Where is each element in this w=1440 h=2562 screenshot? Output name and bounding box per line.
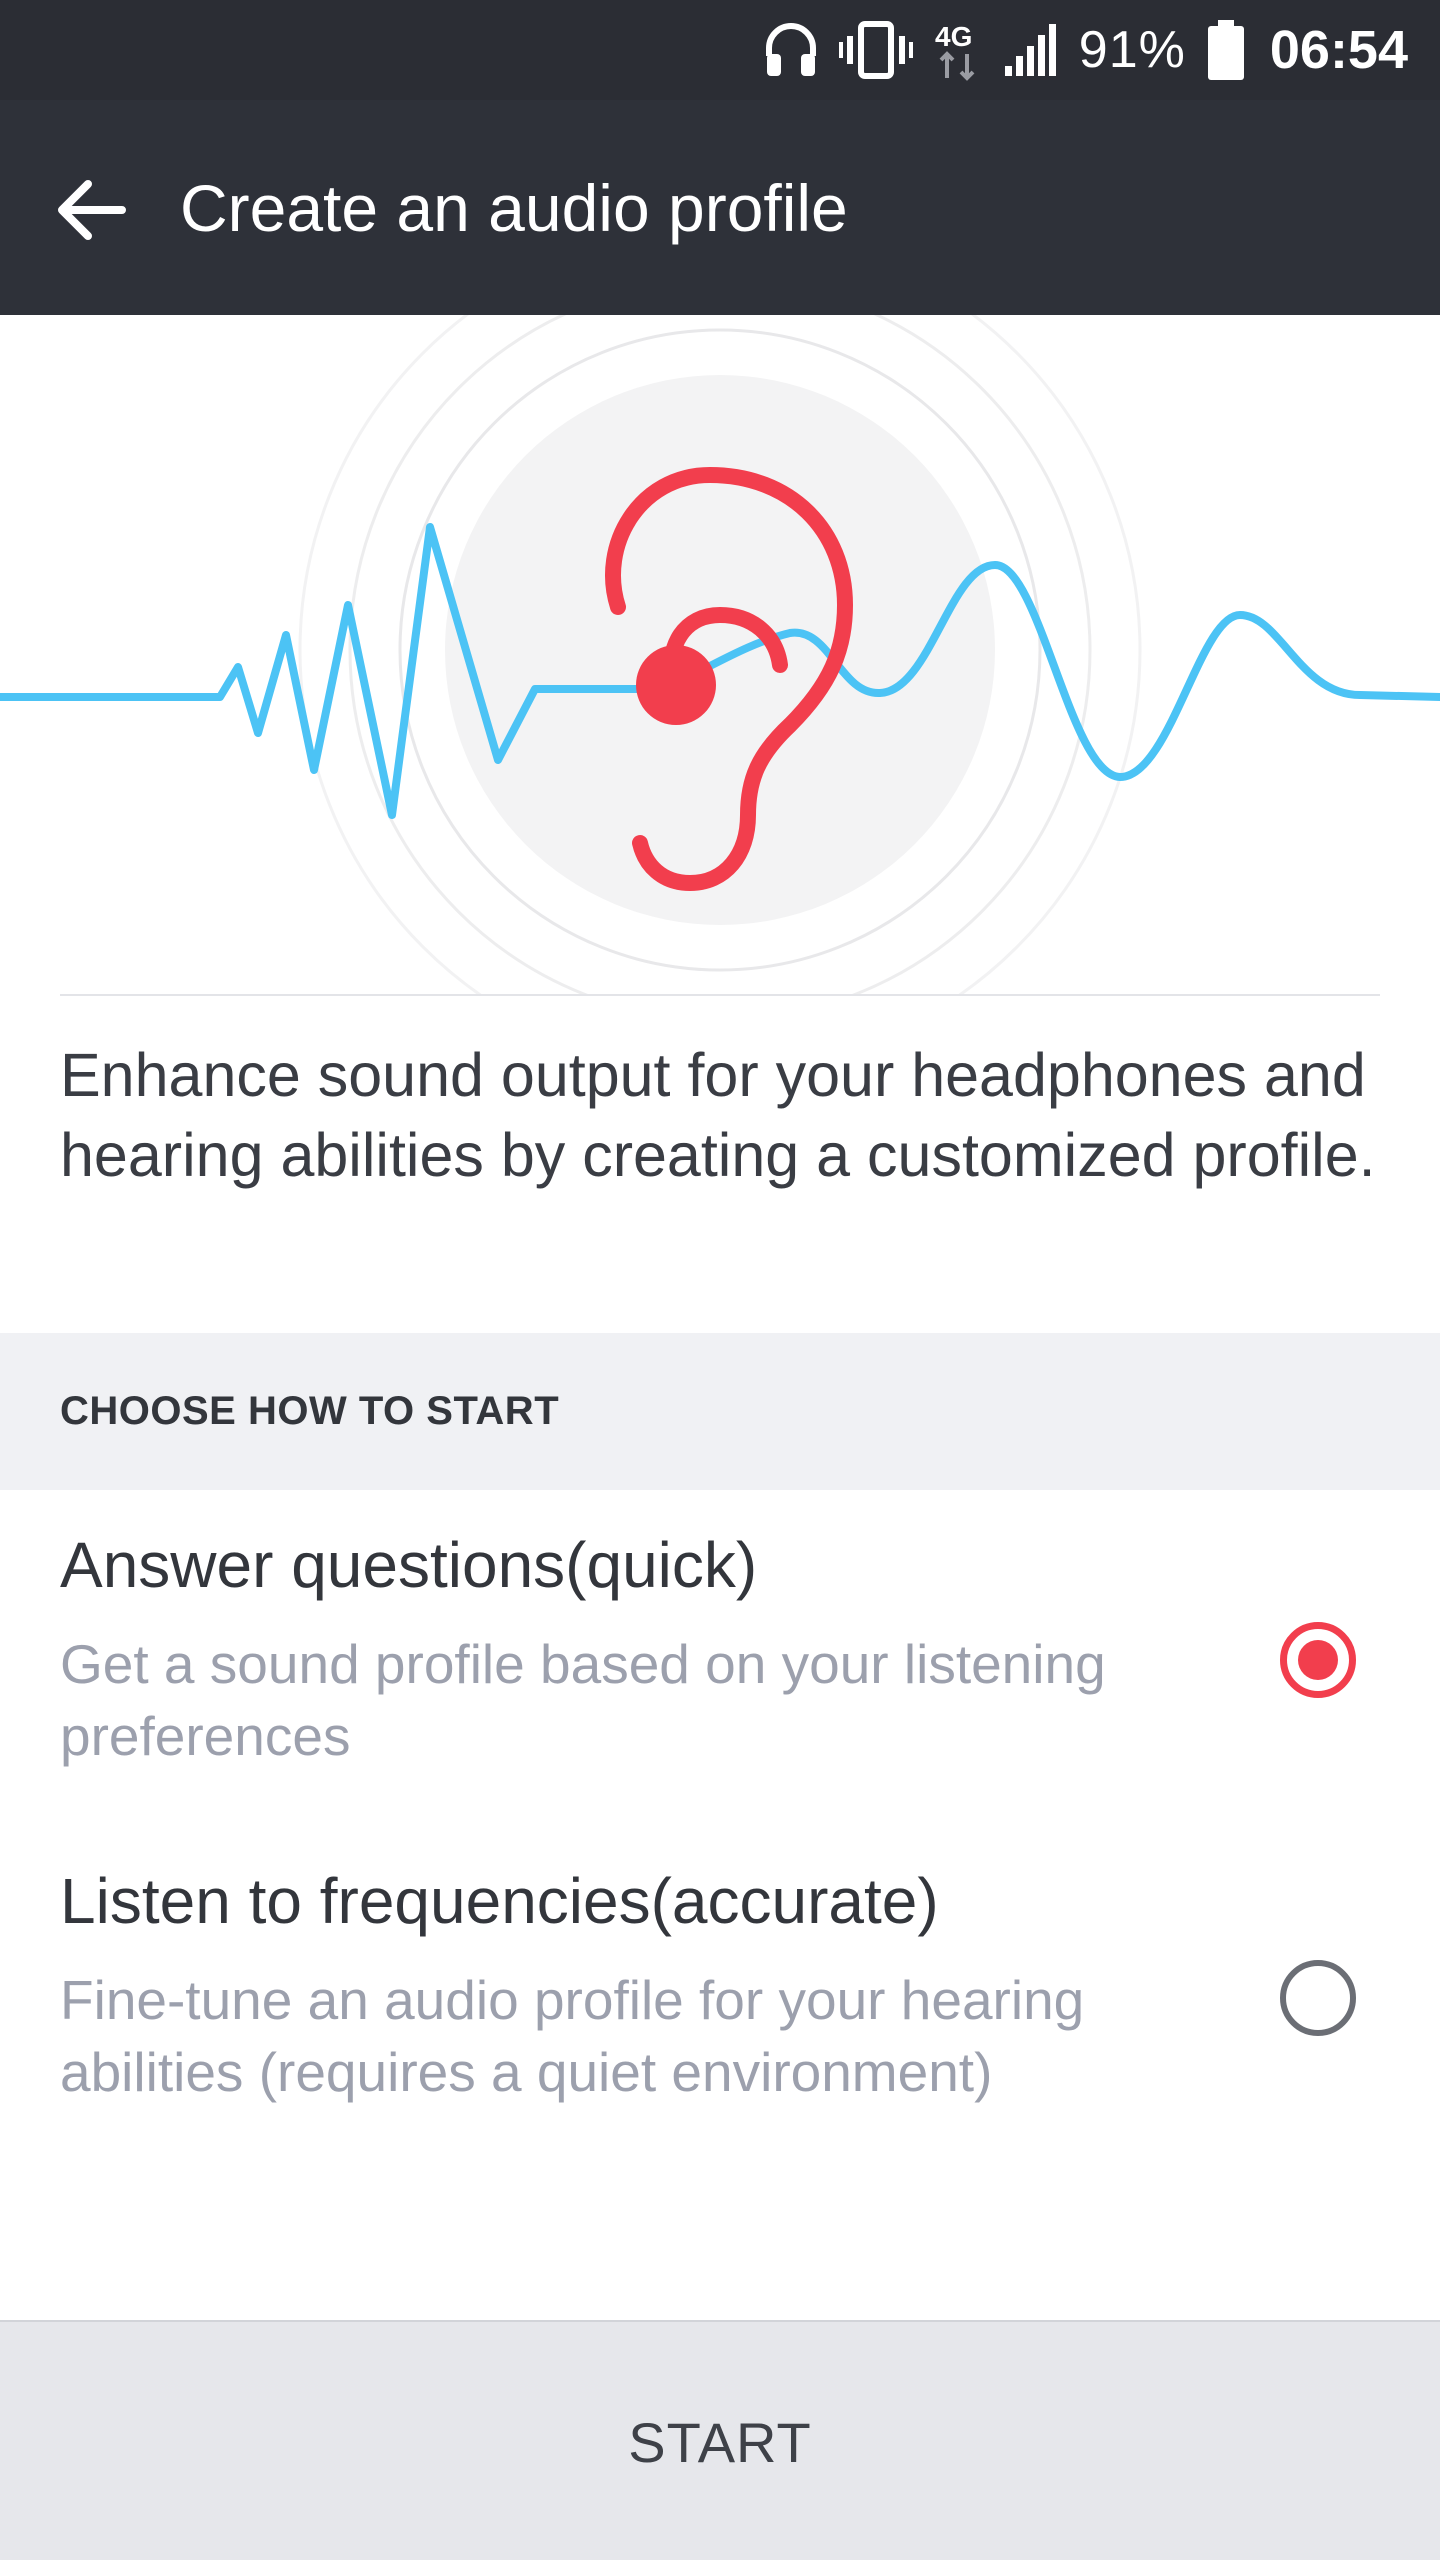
vibrate-icon <box>838 20 913 80</box>
network-label: 4G <box>935 21 972 52</box>
option-title: Listen to frequencies(accurate) <box>60 1865 939 1937</box>
app-bar: Create an audio profile <box>0 100 1440 315</box>
back-button[interactable] <box>40 160 140 260</box>
option-title: Answer questions(quick) <box>60 1529 758 1601</box>
option-description: Fine-tune an audio profile for your hear… <box>60 1969 1085 2103</box>
radio-button-unselected[interactable] <box>1280 1960 1356 2036</box>
battery-icon <box>1206 18 1246 82</box>
battery-percent: 91% <box>1078 21 1186 79</box>
back-arrow-icon <box>58 180 126 240</box>
start-button[interactable]: START <box>0 2322 1440 2562</box>
option-listen-frequencies[interactable]: Listen to frequencies(accurate) Fine-tun… <box>0 1864 1440 2124</box>
description-text: Enhance sound output for your headphones… <box>60 1041 1376 1189</box>
status-bar: 4G 91% 06:54 <box>0 0 1440 100</box>
signal-icon <box>1003 22 1059 78</box>
4g-icon: 4G <box>933 18 983 82</box>
section-header: CHOOSE HOW TO START <box>0 1333 1440 1490</box>
page-title: Create an audio profile <box>180 170 848 245</box>
headphones-icon <box>763 20 819 80</box>
hero-illustration <box>0 315 1440 995</box>
divider <box>60 994 1380 996</box>
option-answer-questions[interactable]: Answer questions(quick) Get a sound prof… <box>0 1528 1440 1788</box>
sound-rings <box>298 315 1142 995</box>
bottom-action-bar: START <box>0 2320 1440 2560</box>
option-description: Get a sound profile based on your listen… <box>60 1633 1106 1767</box>
clock: 06:54 <box>1269 20 1408 80</box>
status-icons: 4G 91% 06:54 <box>763 0 1408 100</box>
radio-button-selected[interactable] <box>1280 1622 1356 1698</box>
